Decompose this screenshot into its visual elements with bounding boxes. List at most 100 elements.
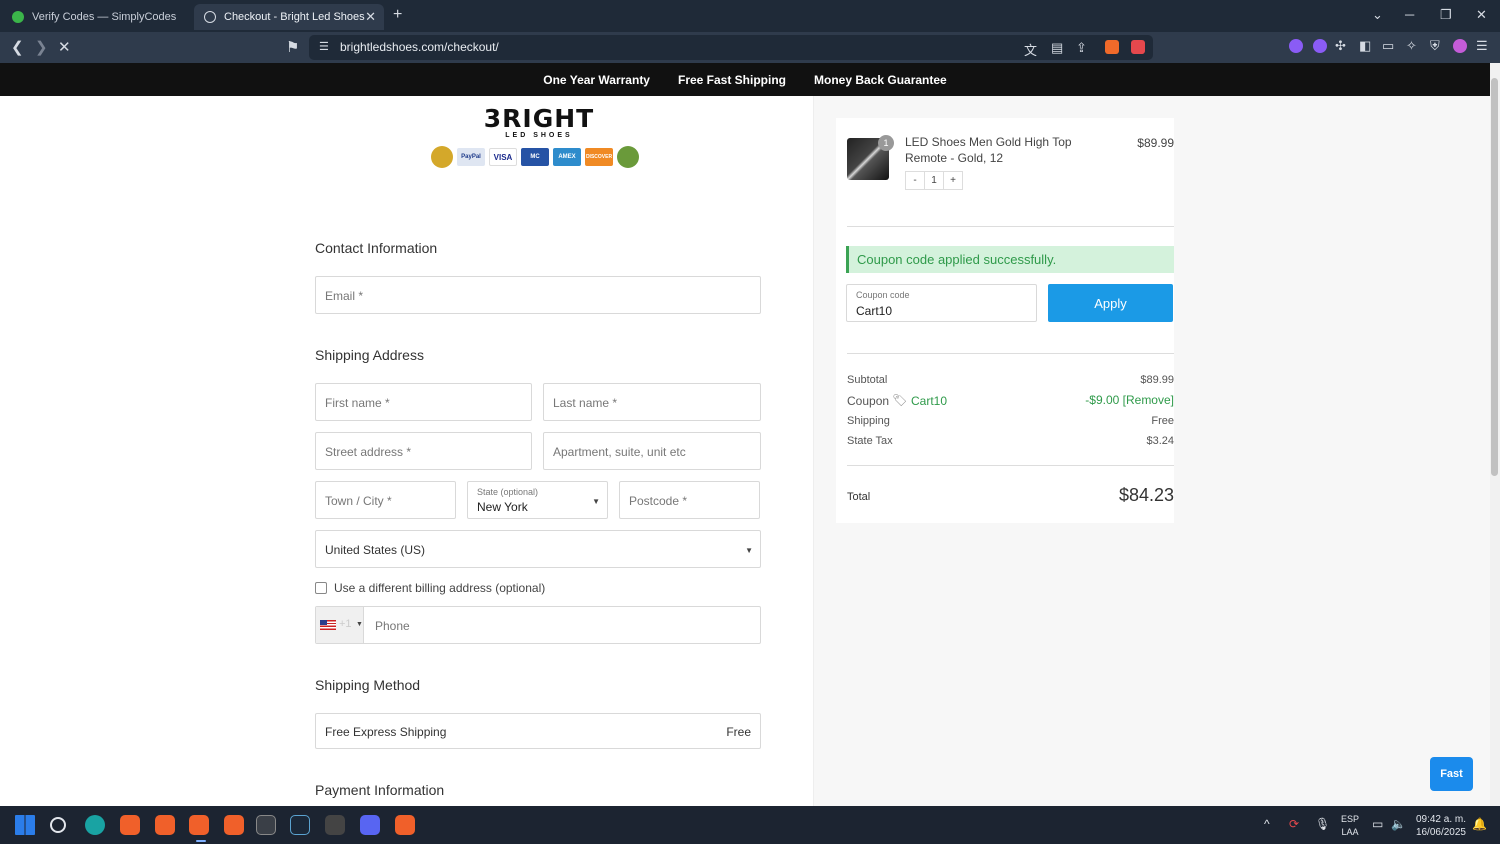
sync-icon[interactable]: ⟳: [1289, 817, 1299, 831]
close-tab-icon[interactable]: ✕: [365, 9, 376, 25]
shipping-row: Shipping Free: [847, 415, 1174, 427]
brave-icon[interactable]: [189, 815, 209, 835]
scrollbar-thumb[interactable]: [1491, 78, 1498, 476]
brave-icon[interactable]: [395, 815, 415, 835]
checkout-page: 3RIGHT LED SHOES PayPal VISA MC AMEX DIS…: [0, 96, 1490, 806]
extension-icon[interactable]: [1289, 39, 1303, 53]
tab-label: Verify Codes — SimplyCodes: [32, 11, 177, 23]
translate-icon[interactable]: 文: [1024, 40, 1037, 59]
system-clock[interactable]: 09:42 a. m. 16/06/2025: [1410, 813, 1466, 839]
menu-icon[interactable]: ☰: [1476, 38, 1488, 54]
coupon-remove-link[interactable]: -$9.00 [Remove]: [1085, 393, 1174, 407]
divider: [847, 465, 1174, 466]
apartment-placeholder: Apartment, suite, unit etc: [553, 445, 686, 459]
reader-mode-icon[interactable]: ▤: [1051, 40, 1063, 56]
tab-list-button[interactable]: ⌄: [1372, 7, 1383, 23]
extension-icon[interactable]: [1313, 39, 1327, 53]
notification-icon[interactable]: 🔔: [1472, 817, 1487, 831]
chevron-up-icon[interactable]: ^: [1264, 817, 1270, 831]
volume-icon[interactable]: 🔈: [1391, 817, 1406, 831]
store-logo[interactable]: 3RIGHT LED SHOES PayPal VISA MC AMEX DIS…: [409, 100, 669, 178]
terminal-icon[interactable]: [256, 815, 276, 835]
wallet-icon[interactable]: ▭: [1382, 38, 1394, 54]
state-label: State (optional): [477, 487, 539, 497]
quantity-value[interactable]: 1: [924, 172, 944, 189]
state-select[interactable]: State (optional) New York ▼: [467, 481, 608, 519]
microphone-icon[interactable]: 🎙: [1315, 817, 1330, 831]
profile-icon[interactable]: [1453, 39, 1467, 53]
apply-coupon-button[interactable]: Apply: [1048, 284, 1173, 322]
subtotal-value: $89.99: [1140, 374, 1174, 386]
vpn-icon[interactable]: ⛨: [1430, 38, 1440, 54]
coupon-code-input[interactable]: Coupon code Cart10: [846, 284, 1037, 322]
language-code: ESP: [1340, 814, 1359, 824]
brave-icon[interactable]: [120, 815, 140, 835]
amex-icon: AMEX: [553, 148, 581, 166]
coupon-code-label: Coupon code: [856, 290, 910, 300]
phone-field[interactable]: +1 ▼ Phone: [315, 606, 761, 644]
sidebar-icon[interactable]: ◧: [1359, 38, 1371, 54]
stop-loading-icon[interactable]: ✕: [58, 38, 71, 56]
steam-icon[interactable]: [290, 815, 310, 835]
language-indicator[interactable]: ESP LAA: [1340, 813, 1360, 839]
last-name-field[interactable]: Last name *: [543, 383, 761, 421]
contact-title: Contact Information: [315, 240, 438, 256]
restore-button[interactable]: ❐: [1440, 7, 1452, 23]
country-select[interactable]: United States (US) ▼: [315, 530, 761, 568]
payment-title: Payment Information: [315, 782, 445, 798]
share-icon[interactable]: ⇪: [1076, 40, 1087, 56]
billing-address-option[interactable]: Use a different billing address (optiona…: [315, 581, 545, 595]
decrease-button[interactable]: -: [906, 172, 924, 189]
apartment-field[interactable]: Apartment, suite, unit etc: [543, 432, 761, 470]
guarantee-seal-icon: [431, 146, 453, 168]
forward-icon[interactable]: ❯: [35, 38, 48, 56]
postcode-placeholder: Postcode *: [629, 494, 688, 508]
email-field[interactable]: Email *: [315, 276, 761, 314]
brave-rewards-icon[interactable]: [1131, 40, 1145, 54]
brave-icon[interactable]: [224, 815, 244, 835]
coupon-applied-code: Cart10: [911, 394, 948, 408]
billing-checkbox-label: Use a different billing address (optiona…: [334, 581, 546, 595]
street-address-field[interactable]: Street address *: [315, 432, 532, 470]
leo-ai-icon[interactable]: ✧: [1406, 38, 1417, 54]
brave-icon[interactable]: [155, 815, 175, 835]
last-name-placeholder: Last name *: [553, 396, 618, 410]
tab-verify-codes[interactable]: Verify Codes — SimplyCodes: [2, 4, 192, 30]
windows-start-icon[interactable]: [15, 815, 35, 835]
payment-badges: PayPal VISA MC AMEX DISCOVER: [431, 146, 639, 168]
country-code-select[interactable]: +1 ▼: [316, 607, 364, 643]
secure-seal-icon: [617, 146, 639, 168]
clock-date: 16/06/2025: [1415, 827, 1466, 838]
search-icon[interactable]: [50, 817, 66, 833]
app-icon[interactable]: [325, 815, 345, 835]
coupon-code-value: Cart10: [856, 304, 893, 318]
fast-checkout-button[interactable]: Fast: [1430, 757, 1473, 791]
postcode-field[interactable]: Postcode *: [619, 481, 760, 519]
bookmark-icon[interactable]: ⚑: [286, 38, 299, 56]
shipping-method-option[interactable]: Free Express Shipping Free: [315, 713, 761, 749]
chevron-down-icon: ▼: [356, 621, 363, 628]
tax-value: $3.24: [1146, 435, 1174, 447]
brave-shields-icon[interactable]: [1105, 40, 1119, 54]
billing-checkbox[interactable]: [315, 582, 327, 594]
discord-icon[interactable]: [360, 815, 380, 835]
promo-warranty: One Year Warranty: [543, 72, 650, 87]
security-app-icon[interactable]: [85, 815, 105, 835]
first-name-field[interactable]: First name *: [315, 383, 532, 421]
network-icon[interactable]: ▭: [1372, 817, 1383, 831]
increase-button[interactable]: +: [944, 172, 962, 189]
minimize-button[interactable]: ─: [1405, 7, 1414, 22]
new-tab-button[interactable]: +: [393, 6, 402, 24]
close-window-button[interactable]: ✕: [1476, 7, 1487, 23]
total-label: Total: [847, 491, 871, 503]
promo-shipping: Free Fast Shipping: [677, 72, 786, 87]
city-field[interactable]: Town / City *: [315, 481, 456, 519]
back-icon[interactable]: ❮: [11, 38, 24, 56]
site-info-icon[interactable]: ☰: [319, 40, 329, 53]
tab-checkout[interactable]: Checkout - Bright Led Shoes ✕: [194, 4, 384, 30]
extensions-puzzle-icon[interactable]: ✣: [1335, 38, 1346, 54]
discover-icon: DISCOVER: [585, 148, 613, 166]
tax-row: State Tax $3.24: [847, 435, 1174, 447]
address-bar[interactable]: ☰ brightledshoes.com/checkout/ 文 ▤ ⇪: [309, 35, 1153, 60]
product-name: LED Shoes Men Gold High Top Remote - Gol…: [905, 135, 1072, 165]
